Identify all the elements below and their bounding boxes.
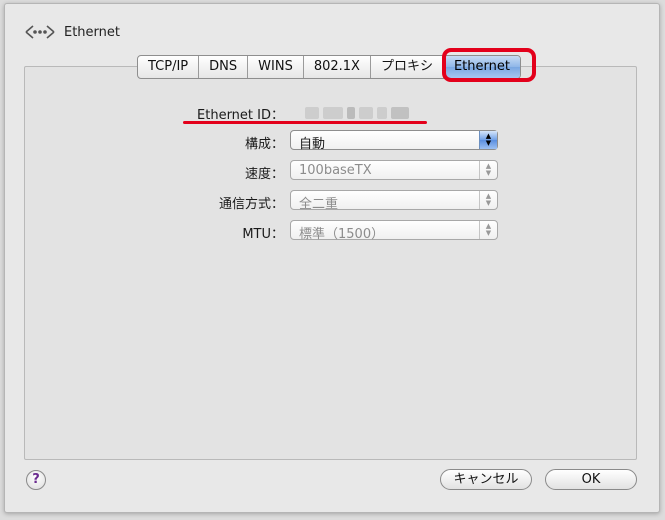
duplex-value: 全二重	[299, 197, 339, 212]
mtu-row: MTU： 標準（1500） ▲ ▼	[0, 220, 665, 242]
speed-row: 速度： 100baseTX ▲ ▼	[0, 160, 665, 182]
annotation-highlight-box	[442, 48, 536, 82]
tab-wins[interactable]: WINS	[248, 56, 304, 78]
config-value: 自動	[299, 137, 326, 152]
popup-arrows-icon: ▲ ▼	[479, 221, 497, 239]
speed-value: 100baseTX	[299, 163, 372, 178]
ethernet-id-row: Ethernet ID：	[0, 101, 665, 123]
ok-button[interactable]: OK	[545, 469, 637, 490]
window-title: Ethernet	[64, 24, 120, 40]
config-label: 構成：	[244, 137, 284, 152]
help-button[interactable]: ?	[26, 470, 46, 490]
config-popup[interactable]: 自動 ▲ ▼	[290, 130, 498, 152]
annotation-underline	[183, 121, 427, 124]
ethernet-id-value-obscured	[305, 107, 415, 119]
tab-dns[interactable]: DNS	[199, 56, 249, 78]
config-row: 構成： 自動 ▲ ▼	[0, 130, 665, 152]
window-title-bar: Ethernet	[24, 22, 120, 42]
speed-popup[interactable]: 100baseTX ▲ ▼	[290, 160, 498, 180]
duplex-label: 通信方式：	[218, 197, 284, 212]
cancel-button[interactable]: キャンセル	[440, 469, 532, 490]
tab-proxy[interactable]: プロキシ	[371, 56, 444, 78]
tab-8021x[interactable]: 802.1X	[304, 56, 371, 78]
popup-arrows-icon: ▲ ▼	[479, 191, 497, 209]
mtu-label: MTU：	[242, 227, 284, 242]
ethernet-icon	[25, 25, 55, 39]
mtu-value: 標準（1500）	[299, 227, 385, 242]
tab-tcpip[interactable]: TCP/IP	[138, 56, 200, 78]
mtu-popup[interactable]: 標準（1500） ▲ ▼	[290, 220, 498, 242]
settings-panel	[24, 66, 637, 460]
duplex-row: 通信方式： 全二重 ▲ ▼	[0, 190, 665, 212]
speed-label: 速度：	[244, 167, 284, 182]
popup-arrows-icon: ▲ ▼	[479, 131, 497, 149]
duplex-popup[interactable]: 全二重 ▲ ▼	[290, 190, 498, 212]
popup-arrows-icon: ▲ ▼	[479, 161, 497, 179]
